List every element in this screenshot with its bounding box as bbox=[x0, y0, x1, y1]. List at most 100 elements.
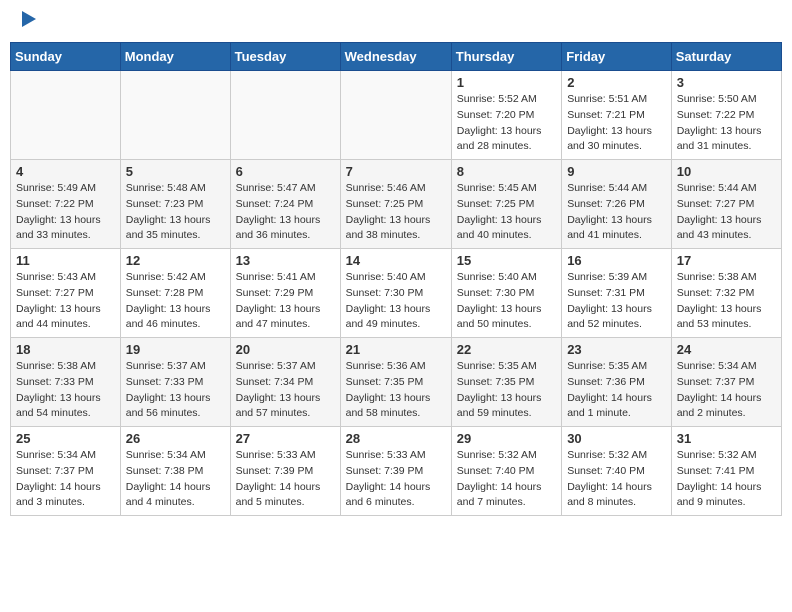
calendar-cell: 22 Sunrise: 5:35 AM Sunset: 7:35 PM Dayli… bbox=[451, 338, 561, 427]
calendar-cell: 26 Sunrise: 5:34 AM Sunset: 7:38 PM Dayli… bbox=[120, 427, 230, 516]
calendar-cell: 11 Sunrise: 5:43 AM Sunset: 7:27 PM Dayli… bbox=[11, 249, 121, 338]
calendar-cell: 30 Sunrise: 5:32 AM Sunset: 7:40 PM Dayli… bbox=[562, 427, 672, 516]
day-number: 31 bbox=[677, 431, 776, 446]
day-number: 3 bbox=[677, 75, 776, 90]
calendar-cell: 7 Sunrise: 5:46 AM Sunset: 7:25 PM Daylig… bbox=[340, 160, 451, 249]
calendar-cell: 3Sunrise: 5:50 AM Sunset: 7:22 PM Daylig… bbox=[671, 71, 781, 160]
day-info: Sunrise: 5:51 AM Sunset: 7:21 PM Dayligh… bbox=[567, 92, 666, 155]
day-number: 22 bbox=[457, 342, 556, 357]
day-info: Sunrise: 5:32 AM Sunset: 7:40 PM Dayligh… bbox=[567, 448, 666, 511]
calendar-week-row: 18Sunrise: 5:38 AM Sunset: 7:33 PM Dayli… bbox=[11, 338, 782, 427]
calendar-day-header: Tuesday bbox=[230, 43, 340, 71]
day-info: Sunrise: 5:44 AM Sunset: 7:27 PM Dayligh… bbox=[677, 181, 776, 244]
calendar-cell bbox=[340, 71, 451, 160]
calendar-cell bbox=[11, 71, 121, 160]
day-info: Sunrise: 5:44 AM Sunset: 7:26 PM Dayligh… bbox=[567, 181, 666, 244]
calendar-cell: 12Sunrise: 5:42 AM Sunset: 7:28 PM Dayli… bbox=[120, 249, 230, 338]
calendar-day-header: Wednesday bbox=[340, 43, 451, 71]
day-info: Sunrise: 5:41 AM Sunset: 7:29 PM Dayligh… bbox=[236, 270, 335, 333]
day-number: 8 bbox=[457, 164, 556, 179]
day-number: 30 bbox=[567, 431, 666, 446]
day-number: 23 bbox=[567, 342, 666, 357]
calendar-day-header: Thursday bbox=[451, 43, 561, 71]
calendar-cell: 14Sunrise: 5:40 AM Sunset: 7:30 PM Dayli… bbox=[340, 249, 451, 338]
calendar-day-header: Monday bbox=[120, 43, 230, 71]
calendar-cell: 29 Sunrise: 5:32 AM Sunset: 7:40 PM Dayli… bbox=[451, 427, 561, 516]
calendar-cell: 9 Sunrise: 5:44 AM Sunset: 7:26 PM Daylig… bbox=[562, 160, 672, 249]
day-info: Sunrise: 5:34 AM Sunset: 7:38 PM Dayligh… bbox=[126, 448, 225, 511]
day-number: 16 bbox=[567, 253, 666, 268]
calendar-cell: 6Sunrise: 5:47 AM Sunset: 7:24 PM Daylig… bbox=[230, 160, 340, 249]
day-number: 2 bbox=[567, 75, 666, 90]
day-number: 29 bbox=[457, 431, 556, 446]
day-info: Sunrise: 5:48 AM Sunset: 7:23 PM Dayligh… bbox=[126, 181, 225, 244]
day-number: 25 bbox=[16, 431, 115, 446]
day-info: Sunrise: 5:33 AM Sunset: 7:39 PM Dayligh… bbox=[346, 448, 446, 511]
day-number: 7 bbox=[346, 164, 446, 179]
day-info: Sunrise: 5:38 AM Sunset: 7:33 PM Dayligh… bbox=[16, 359, 115, 422]
day-number: 28 bbox=[346, 431, 446, 446]
day-info: Sunrise: 5:40 AM Sunset: 7:30 PM Dayligh… bbox=[457, 270, 556, 333]
day-number: 20 bbox=[236, 342, 335, 357]
day-info: Sunrise: 5:34 AM Sunset: 7:37 PM Dayligh… bbox=[16, 448, 115, 511]
day-info: Sunrise: 5:32 AM Sunset: 7:41 PM Dayligh… bbox=[677, 448, 776, 511]
day-number: 1 bbox=[457, 75, 556, 90]
calendar-cell: 18Sunrise: 5:38 AM Sunset: 7:33 PM Dayli… bbox=[11, 338, 121, 427]
day-number: 15 bbox=[457, 253, 556, 268]
day-number: 14 bbox=[346, 253, 446, 268]
calendar-cell: 23 Sunrise: 5:35 AM Sunset: 7:36 PM Dayli… bbox=[562, 338, 672, 427]
day-info: Sunrise: 5:39 AM Sunset: 7:31 PM Dayligh… bbox=[567, 270, 666, 333]
calendar-cell bbox=[120, 71, 230, 160]
calendar-cell: 25 Sunrise: 5:34 AM Sunset: 7:37 PM Dayli… bbox=[11, 427, 121, 516]
day-number: 11 bbox=[16, 253, 115, 268]
day-number: 17 bbox=[677, 253, 776, 268]
day-info: Sunrise: 5:32 AM Sunset: 7:40 PM Dayligh… bbox=[457, 448, 556, 511]
day-info: Sunrise: 5:43 AM Sunset: 7:27 PM Dayligh… bbox=[16, 270, 115, 333]
calendar-cell: 2 Sunrise: 5:51 AM Sunset: 7:21 PM Daylig… bbox=[562, 71, 672, 160]
calendar-day-header: Friday bbox=[562, 43, 672, 71]
calendar-cell: 16 Sunrise: 5:39 AM Sunset: 7:31 PM Dayli… bbox=[562, 249, 672, 338]
calendar-cell: 1 Sunrise: 5:52 AM Sunset: 7:20 PM Daylig… bbox=[451, 71, 561, 160]
calendar-week-row: 11 Sunrise: 5:43 AM Sunset: 7:27 PM Dayli… bbox=[11, 249, 782, 338]
calendar-week-row: 1 Sunrise: 5:52 AM Sunset: 7:20 PM Daylig… bbox=[11, 71, 782, 160]
day-info: Sunrise: 5:34 AM Sunset: 7:37 PM Dayligh… bbox=[677, 359, 776, 422]
calendar-cell: 24 Sunrise: 5:34 AM Sunset: 7:37 PM Dayli… bbox=[671, 338, 781, 427]
calendar-cell: 4Sunrise: 5:49 AM Sunset: 7:22 PM Daylig… bbox=[11, 160, 121, 249]
logo bbox=[20, 15, 36, 27]
day-number: 10 bbox=[677, 164, 776, 179]
day-info: Sunrise: 5:52 AM Sunset: 7:20 PM Dayligh… bbox=[457, 92, 556, 155]
day-number: 21 bbox=[346, 342, 446, 357]
calendar-cell: 13Sunrise: 5:41 AM Sunset: 7:29 PM Dayli… bbox=[230, 249, 340, 338]
calendar-header-row: SundayMondayTuesdayWednesdayThursdayFrid… bbox=[11, 43, 782, 71]
day-number: 27 bbox=[236, 431, 335, 446]
calendar-cell: 10 Sunrise: 5:44 AM Sunset: 7:27 PM Dayli… bbox=[671, 160, 781, 249]
day-info: Sunrise: 5:35 AM Sunset: 7:35 PM Dayligh… bbox=[457, 359, 556, 422]
day-number: 4 bbox=[16, 164, 115, 179]
calendar-day-header: Sunday bbox=[11, 43, 121, 71]
day-number: 26 bbox=[126, 431, 225, 446]
day-info: Sunrise: 5:45 AM Sunset: 7:25 PM Dayligh… bbox=[457, 181, 556, 244]
calendar-cell: 8 Sunrise: 5:45 AM Sunset: 7:25 PM Daylig… bbox=[451, 160, 561, 249]
calendar-cell: 17 Sunrise: 5:38 AM Sunset: 7:32 PM Dayli… bbox=[671, 249, 781, 338]
day-number: 5 bbox=[126, 164, 225, 179]
calendar-cell bbox=[230, 71, 340, 160]
day-info: Sunrise: 5:35 AM Sunset: 7:36 PM Dayligh… bbox=[567, 359, 666, 422]
day-info: Sunrise: 5:47 AM Sunset: 7:24 PM Dayligh… bbox=[236, 181, 335, 244]
day-info: Sunrise: 5:37 AM Sunset: 7:34 PM Dayligh… bbox=[236, 359, 335, 422]
page-header bbox=[10, 10, 782, 32]
day-number: 9 bbox=[567, 164, 666, 179]
day-info: Sunrise: 5:38 AM Sunset: 7:32 PM Dayligh… bbox=[677, 270, 776, 333]
day-number: 19 bbox=[126, 342, 225, 357]
day-number: 24 bbox=[677, 342, 776, 357]
calendar-week-row: 4Sunrise: 5:49 AM Sunset: 7:22 PM Daylig… bbox=[11, 160, 782, 249]
calendar-cell: 21Sunrise: 5:36 AM Sunset: 7:35 PM Dayli… bbox=[340, 338, 451, 427]
day-info: Sunrise: 5:33 AM Sunset: 7:39 PM Dayligh… bbox=[236, 448, 335, 511]
calendar-day-header: Saturday bbox=[671, 43, 781, 71]
day-info: Sunrise: 5:46 AM Sunset: 7:25 PM Dayligh… bbox=[346, 181, 446, 244]
day-number: 12 bbox=[126, 253, 225, 268]
calendar-week-row: 25 Sunrise: 5:34 AM Sunset: 7:37 PM Dayli… bbox=[11, 427, 782, 516]
calendar-cell: 19Sunrise: 5:37 AM Sunset: 7:33 PM Dayli… bbox=[120, 338, 230, 427]
logo-arrow-icon bbox=[22, 11, 36, 27]
calendar-cell: 15 Sunrise: 5:40 AM Sunset: 7:30 PM Dayli… bbox=[451, 249, 561, 338]
calendar-cell: 20 Sunrise: 5:37 AM Sunset: 7:34 PM Dayli… bbox=[230, 338, 340, 427]
